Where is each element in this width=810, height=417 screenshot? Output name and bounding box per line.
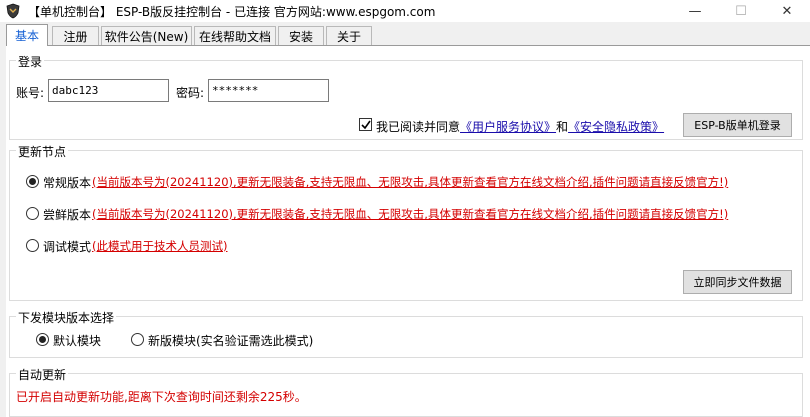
tab-basic[interactable]: 基本 — [6, 24, 48, 46]
and-label: 和 — [556, 120, 569, 134]
default-module-label: 默认模块 — [53, 334, 102, 348]
agree-text: 我已阅读并同意《用户服务协议》和《安全隐私政策》 — [376, 118, 664, 135]
agree-checkbox[interactable] — [359, 118, 372, 131]
auto-update-status: 已开启自动更新功能,距离下次查询时间还剩余225秒。 — [16, 390, 307, 404]
tab-register[interactable]: 注册 — [52, 26, 99, 46]
auto-update-legend: 自动更新 — [16, 366, 69, 383]
tab-strip: 基本 注册 软件公告(New) 在线帮助文档 安装 关于 — [6, 24, 810, 46]
maximize-button[interactable]: ☐ — [718, 0, 764, 22]
minimize-button[interactable]: — — [672, 0, 718, 22]
tab-install[interactable]: 安装 — [278, 26, 324, 46]
module-select-group: 下发模块版本选择 默认模块 新版模块(实名验证需选此模式) — [9, 309, 803, 358]
tab-about[interactable]: 关于 — [326, 26, 372, 46]
radio-new-module[interactable] — [131, 333, 144, 346]
new-module-label: 新版模块(实名验证需选此模式) — [148, 334, 314, 348]
beta-version-label: 尝鲜版本 — [43, 208, 92, 222]
tab-announcements[interactable]: 软件公告(New) — [101, 26, 192, 46]
close-button[interactable]: ✕ — [764, 0, 810, 22]
checkmark-icon — [360, 120, 371, 129]
beta-version-note: (当前版本号为(20241120),更新无限装备,支持无限血、无限攻击,具体更新… — [92, 207, 729, 221]
update-nodes-group: 更新节点 常规版本 (当前版本号为(20241120),更新无限装备,支持无限血… — [9, 143, 803, 301]
update-nodes-legend: 更新节点 — [16, 143, 69, 160]
auto-update-group: 自动更新 已开启自动更新功能,距离下次查询时间还剩余225秒。 — [9, 366, 803, 417]
radio-beta-version[interactable] — [26, 207, 39, 220]
tab-panel-basic: 登录 账号: 密码: 我已阅读并同意《用户服务协议》和《安全隐私政策》 ESP-… — [6, 46, 810, 417]
privacy-link[interactable]: 《安全隐私政策》 — [568, 120, 664, 134]
debug-mode-note: (此模式用于技术人员测试) — [92, 239, 228, 253]
radio-default-module[interactable] — [36, 333, 49, 346]
radio-regular-version[interactable] — [26, 175, 39, 188]
regular-version-note: (当前版本号为(20241120),更新无限装备,支持无限血、无限攻击,具体更新… — [92, 175, 729, 189]
login-group: 登录 账号: 密码: 我已阅读并同意《用户服务协议》和《安全隐私政策》 ESP-… — [9, 53, 803, 140]
title-bar: 【单机控制台】 ESP-B版反挂控制台 - 已连接 官方网站:www.espgo… — [0, 0, 810, 22]
password-label: 密码: — [176, 86, 205, 100]
agree-label: 我已阅读并同意 — [376, 120, 461, 134]
login-button[interactable]: ESP-B版单机登录 — [683, 113, 792, 137]
login-legend: 登录 — [16, 53, 45, 70]
password-input[interactable] — [208, 79, 329, 102]
window-title: 【单机控制台】 ESP-B版反挂控制台 - 已连接 官方网站:www.espgo… — [28, 5, 436, 19]
debug-mode-label: 调试模式 — [43, 240, 92, 254]
app-shield-icon — [6, 3, 20, 19]
sync-files-button[interactable]: 立即同步文件数据 — [683, 270, 792, 294]
tab-help-docs[interactable]: 在线帮助文档 — [194, 26, 276, 46]
account-label: 账号: — [16, 86, 45, 100]
radio-debug-mode[interactable] — [26, 239, 39, 252]
module-select-legend: 下发模块版本选择 — [16, 309, 117, 326]
account-input[interactable] — [48, 79, 169, 102]
regular-version-label: 常规版本 — [43, 176, 92, 190]
terms-link[interactable]: 《用户服务协议》 — [460, 120, 556, 134]
